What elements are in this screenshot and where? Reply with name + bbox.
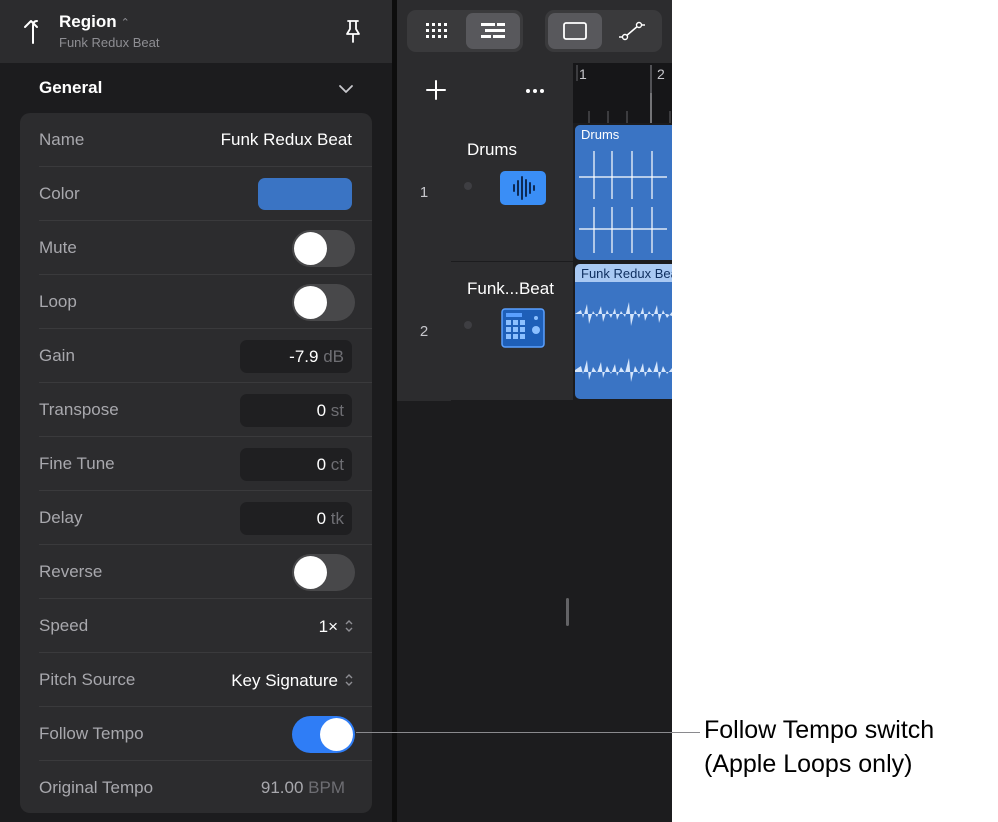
inspector-header: Region ⌃ Funk Redux Beat: [0, 0, 392, 63]
mute-label: Mute: [39, 238, 77, 257]
track-number: 1: [419, 184, 429, 201]
speed-label: Speed: [39, 616, 89, 635]
region-title-button[interactable]: Region ⌃: [59, 12, 130, 32]
track-name: Drums: [467, 140, 518, 159]
live-loops-grid-button[interactable]: [410, 13, 464, 49]
pin-icon: [346, 20, 360, 43]
plus-icon: [426, 80, 446, 100]
property-row-pitch-source: Pitch Source Key Signature: [20, 653, 372, 707]
callout-line-1: Follow Tempo switch: [704, 716, 935, 744]
general-section-header[interactable]: General: [0, 63, 392, 113]
delay-label: Delay: [39, 508, 83, 527]
back-arrow-icon: [24, 20, 38, 44]
follow-tempo-switch[interactable]: [292, 716, 355, 753]
tracks-icon: [481, 23, 505, 38]
delay-field[interactable]: 0 tk: [240, 502, 352, 535]
drum-pattern-graphic: [579, 151, 667, 253]
region-funk-redux-beat[interactable]: Funk Redux Beat: [575, 264, 672, 399]
gain-label: Gain: [39, 346, 75, 365]
region-drums[interactable]: Drums: [575, 125, 672, 260]
editor-segmented-control: [545, 10, 662, 52]
speed-popup[interactable]: 1×: [319, 617, 354, 637]
original-tempo-label: Original Tempo: [39, 778, 154, 797]
automation-button[interactable]: [605, 13, 659, 49]
ruler[interactable]: 1 2: [573, 63, 672, 123]
track-header-drums[interactable]: 1 Drums: [397, 123, 573, 262]
track-indicator-dot: [464, 321, 472, 329]
tracks-toolbar: [397, 0, 672, 63]
loop-label: Loop: [39, 292, 77, 311]
transpose-field[interactable]: 0 st: [240, 394, 352, 427]
scroll-handle[interactable]: [566, 598, 569, 626]
track-number: 2: [419, 323, 429, 340]
page-title: Region: [59, 12, 117, 31]
region-inspector: Region ⌃ Funk Redux Beat General Name Fu…: [0, 0, 392, 822]
callout-text: Follow Tempo switch (Apple Loops only): [704, 713, 934, 781]
callout-line: [356, 732, 700, 733]
transpose-label: Transpose: [39, 400, 119, 419]
section-title: General: [39, 78, 103, 97]
inspector-toggle-button[interactable]: [548, 13, 602, 49]
track-lane-funk-redux-beat: Funk Redux Beat: [573, 262, 672, 401]
reverse-switch[interactable]: [292, 554, 355, 591]
pitch-source-label: Pitch Source: [39, 670, 136, 689]
property-row-gain: Gain -7.9 dB: [20, 329, 372, 383]
view-segmented-control: [407, 10, 523, 52]
chevron-down-icon[interactable]: [336, 79, 356, 99]
property-row-mute: Mute: [20, 221, 372, 275]
property-row-follow-tempo: Follow Tempo: [20, 707, 372, 761]
mute-switch[interactable]: [292, 230, 355, 267]
back-button[interactable]: [18, 16, 48, 46]
ellipsis-icon: [526, 89, 544, 93]
property-row-reverse: Reverse: [20, 545, 372, 599]
property-row-name: Name Funk Redux Beat: [20, 113, 372, 167]
automation-curve-icon: [619, 21, 645, 41]
fine-tune-field[interactable]: 0 ct: [240, 448, 352, 481]
chevron-updown-icon: ⌃: [120, 16, 130, 29]
name-field[interactable]: Funk Redux Beat: [221, 130, 352, 150]
properties-list: Name Funk Redux Beat Color Mute Loop Gai…: [20, 113, 372, 813]
chevron-updown-icon: [344, 619, 354, 636]
color-label: Color: [39, 184, 80, 203]
property-row-speed: Speed 1×: [20, 599, 372, 653]
property-row-fine-tune: Fine Tune 0 ct: [20, 437, 372, 491]
more-options-button[interactable]: [520, 80, 550, 104]
color-swatch-button[interactable]: [258, 178, 352, 210]
original-tempo-value: 91.00 BPM: [260, 778, 345, 797]
chevron-updown-icon: [344, 673, 354, 690]
track-indicator-dot: [464, 182, 472, 190]
region-subtitle: Funk Redux Beat: [59, 35, 160, 50]
pitch-source-popup[interactable]: Key Signature: [231, 671, 354, 691]
ruler-ticks: [576, 65, 671, 123]
track-name: Funk...Beat: [467, 279, 554, 298]
audio-waveform-graphic: [575, 302, 672, 382]
waveform-icon[interactable]: [500, 171, 546, 205]
reverse-label: Reverse: [39, 562, 103, 581]
name-label: Name: [39, 130, 85, 149]
tracks-view-button[interactable]: [466, 13, 520, 49]
property-row-transpose: Transpose 0 st: [20, 383, 372, 437]
rectangle-icon: [563, 22, 587, 40]
gain-field[interactable]: -7.9 dB: [240, 340, 352, 373]
track-lane-drums: Drums: [573, 123, 672, 262]
loop-switch[interactable]: [292, 284, 355, 321]
property-row-loop: Loop: [20, 275, 372, 329]
drum-machine-icon[interactable]: [500, 308, 546, 348]
add-track-button[interactable]: [425, 78, 447, 106]
property-row-delay: Delay 0 tk: [20, 491, 372, 545]
fine-tune-label: Fine Tune: [39, 454, 115, 473]
property-row-original-tempo: Original Tempo 91.00 BPM: [20, 761, 372, 815]
pin-button[interactable]: [338, 16, 368, 46]
callout-line-2: (Apple Loops only): [704, 750, 913, 778]
track-header-funk-redux-beat[interactable]: 2 Funk...Beat: [397, 262, 573, 401]
grid-icon: [426, 23, 447, 38]
follow-tempo-label: Follow Tempo: [39, 724, 144, 743]
property-row-color: Color: [20, 167, 372, 221]
